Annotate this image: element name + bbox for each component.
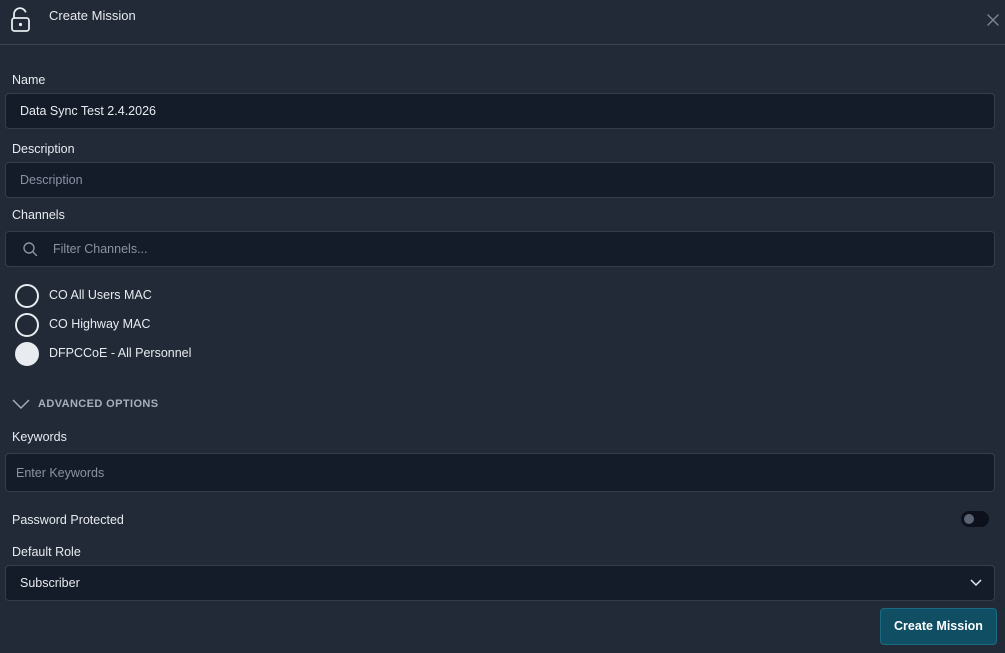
channel-filter-input[interactable]	[53, 232, 953, 266]
search-icon	[23, 242, 38, 257]
channel-label: CO Highway MAC	[49, 317, 151, 331]
channel-radio[interactable]	[15, 313, 39, 337]
channel-label: CO All Users MAC	[49, 288, 152, 302]
default-role-value: Subscriber	[20, 576, 80, 590]
channel-filter-field[interactable]	[5, 231, 995, 267]
description-field[interactable]	[5, 162, 995, 198]
channel-radio[interactable]	[15, 284, 39, 308]
password-protected-toggle[interactable]	[961, 511, 989, 527]
name-input[interactable]	[20, 94, 960, 128]
channels-label: Channels	[12, 208, 65, 222]
description-input[interactable]	[20, 163, 960, 197]
create-mission-button[interactable]: Create Mission	[880, 608, 997, 645]
close-icon[interactable]	[986, 13, 1000, 27]
dialog-header: Create Mission	[0, 0, 1005, 45]
default-role-select[interactable]: Subscriber	[5, 565, 995, 601]
chevron-down-icon	[12, 399, 30, 409]
advanced-options-toggle[interactable]: ADVANCED OPTIONS	[12, 396, 172, 414]
channel-label: DFPCCoE - All Personnel	[49, 346, 192, 360]
name-label: Name	[12, 73, 46, 87]
description-label: Description	[12, 142, 75, 156]
keywords-field[interactable]	[5, 453, 995, 492]
channel-item[interactable]: CO All Users MAC	[15, 284, 315, 308]
default-role-label: Default Role	[12, 545, 81, 559]
password-protected-label: Password Protected	[12, 513, 124, 527]
dialog-title: Create Mission	[49, 8, 136, 23]
channel-radio-selected[interactable]	[15, 342, 39, 366]
channel-item[interactable]: DFPCCoE - All Personnel	[15, 342, 315, 366]
keywords-label: Keywords	[12, 430, 67, 444]
name-field[interactable]	[5, 93, 995, 129]
unlock-icon	[11, 7, 30, 32]
channel-item[interactable]: CO Highway MAC	[15, 313, 315, 337]
chevron-down-icon	[970, 579, 982, 587]
toggle-knob	[964, 514, 974, 524]
keywords-input[interactable]	[16, 454, 956, 491]
advanced-options-label: ADVANCED OPTIONS	[38, 398, 159, 410]
